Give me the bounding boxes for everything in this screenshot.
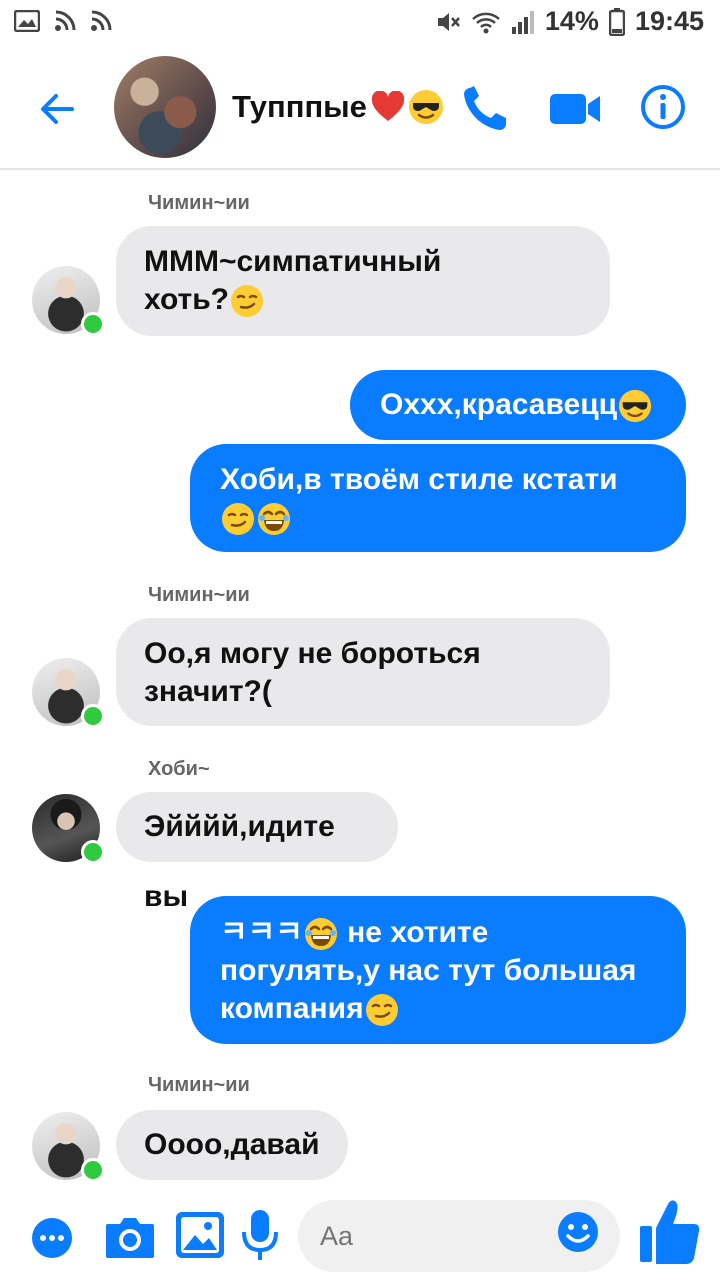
more-options-button[interactable]: [30, 1216, 74, 1265]
message-bubble-outgoing[interactable]: Хоби,в твоём стиле кстати: [190, 444, 686, 552]
message-text: Хоби,в твоём стиле кстати: [220, 463, 618, 496]
more-dots-icon: [32, 1218, 72, 1258]
signal-icon: [511, 9, 535, 35]
voice-call-button[interactable]: [460, 84, 514, 139]
heart-emoji-icon: [371, 91, 404, 121]
smirk-emoji-icon: [365, 994, 398, 1027]
message-text: МММ~симпатичный: [144, 245, 442, 278]
emoji-button[interactable]: [556, 1210, 600, 1259]
laugh-emoji-icon: [304, 918, 337, 951]
camera-icon: [106, 1218, 154, 1258]
conversation-title[interactable]: Тупппые: [232, 88, 445, 126]
message-text: ㅋㅋㅋ: [220, 916, 303, 949]
smirk-emoji-icon: [222, 503, 254, 536]
back-arrow-icon: [41, 94, 74, 124]
message-bubble-incoming[interactable]: Оооо,давай: [116, 1110, 348, 1180]
conversation-header: Тупппые: [0, 48, 720, 170]
online-indicator: [81, 840, 105, 864]
message-text: компания: [220, 992, 364, 1026]
sunglasses-emoji-icon: [408, 90, 443, 124]
sender-label: Хоби~: [148, 758, 210, 780]
message-text: погулять,у нас тут большая: [220, 954, 637, 988]
message-text: Оо,я могу не бороться: [144, 637, 481, 670]
message-bubble-incoming[interactable]: Эйййй,идите вы: [116, 792, 398, 913]
video-camera-icon: [550, 94, 600, 124]
like-button[interactable]: [638, 1196, 702, 1273]
sender-label: Чимин~ии: [148, 584, 250, 606]
info-button[interactable]: [640, 84, 686, 135]
message-text: не хотите: [338, 916, 489, 949]
message-text: хоть?: [144, 283, 229, 316]
clock: 19:45: [634, 6, 704, 36]
info-icon: [641, 85, 685, 129]
status-bar: 14% 19:45: [0, 0, 720, 48]
message-bubble-outgoing[interactable]: ㅋㅋㅋ не хотите погулять,у нас тут большая…: [190, 896, 686, 1044]
message-text: значит?(: [144, 675, 272, 708]
microphone-icon: [242, 1210, 278, 1260]
gallery-notification-icon: [14, 10, 40, 32]
message-text: Охxx,красавецц: [380, 388, 618, 421]
message-composer: [0, 1192, 720, 1280]
battery-percent: 14%: [544, 6, 599, 36]
message-bubble-incoming[interactable]: МММ~симпатичный хоть?: [116, 226, 610, 336]
wifi-icon: [471, 9, 501, 35]
back-button[interactable]: [36, 88, 78, 130]
online-indicator: [81, 312, 105, 336]
smirk-emoji-icon: [230, 285, 263, 318]
online-indicator: [81, 704, 105, 728]
phone-icon: [464, 86, 506, 130]
rss-notification-icon: [90, 10, 112, 32]
battery-icon: [608, 7, 625, 36]
online-indicator: [81, 1158, 105, 1182]
sender-label: Чимин~ии: [148, 192, 250, 214]
sender-label: Чимин~ии: [148, 1074, 250, 1096]
message-text: Оооо,давай: [144, 1128, 320, 1161]
voice-message-button[interactable]: [240, 1208, 280, 1267]
thumbs-up-icon: [640, 1200, 700, 1264]
video-call-button[interactable]: [548, 84, 602, 139]
camera-button[interactable]: [104, 1214, 156, 1265]
sunglasses-emoji-icon: [619, 389, 652, 423]
rss-notification-icon: [54, 10, 76, 32]
image-icon: [176, 1212, 224, 1258]
smiley-icon: [558, 1212, 598, 1252]
message-bubble-incoming[interactable]: Оо,я могу не бороться значит?(: [116, 618, 610, 726]
gallery-button[interactable]: [174, 1210, 226, 1265]
message-bubble-outgoing[interactable]: Охxx,красавецц: [350, 370, 686, 440]
group-avatar[interactable]: [114, 56, 216, 158]
conversation-title-text: Тупппые: [232, 89, 367, 124]
mute-icon: [435, 9, 461, 35]
laugh-emoji-icon: [258, 503, 290, 536]
